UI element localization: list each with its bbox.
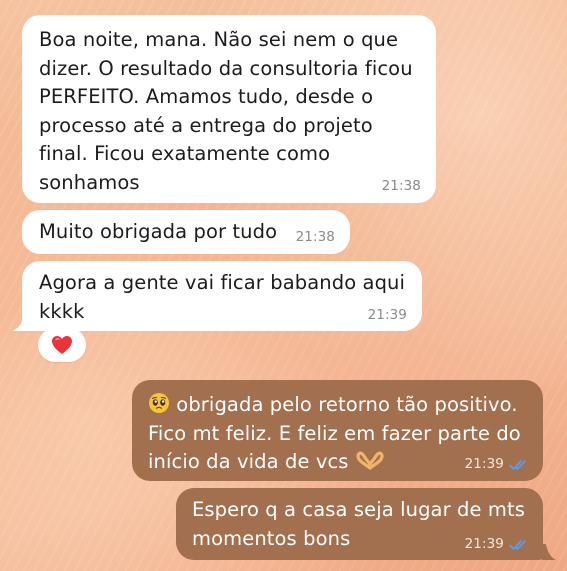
heart-emoji-icon <box>52 336 72 354</box>
message-bubble-incoming[interactable]: Muito obrigada por tudo 21:38 <box>22 210 350 254</box>
pleading-face-emoji-icon <box>149 393 169 413</box>
bubble-tail <box>12 315 32 331</box>
bubble-tail <box>542 544 556 560</box>
message-bubble-incoming[interactable]: Agora a gente vai ficar babando aqui kkk… <box>22 261 422 331</box>
message-timestamp: 21:39 <box>464 456 504 472</box>
message-timestamp: 21:38 <box>381 178 421 194</box>
message-bubble-outgoing[interactable]: obrigada pelo retorno tão positivo. Fico… <box>132 380 543 481</box>
message-timestamp: 21:39 <box>464 536 504 552</box>
message-text: Muito obrigada por tudo <box>39 220 278 243</box>
message-timestamp: 21:38 <box>295 229 335 245</box>
heart-hands-emoji-icon <box>356 451 384 470</box>
read-receipt-icon <box>509 540 526 550</box>
message-bubble-outgoing[interactable]: Espero q a casa seja lugar de mts moment… <box>176 488 543 560</box>
message-bubble-incoming[interactable]: Boa noite, mana. Não sei nem o que dizer… <box>22 15 436 203</box>
message-text-line1: obrigada pelo retorno tão positivo. <box>170 393 518 416</box>
read-receipt-icon <box>509 460 526 470</box>
message-text: Boa noite, mana. Não sei nem o que dizer… <box>39 28 413 194</box>
message-reaction[interactable] <box>38 328 86 362</box>
message-timestamp: 21:39 <box>367 307 407 323</box>
message-text: Agora a gente vai ficar babando aqui kkk… <box>39 271 406 323</box>
